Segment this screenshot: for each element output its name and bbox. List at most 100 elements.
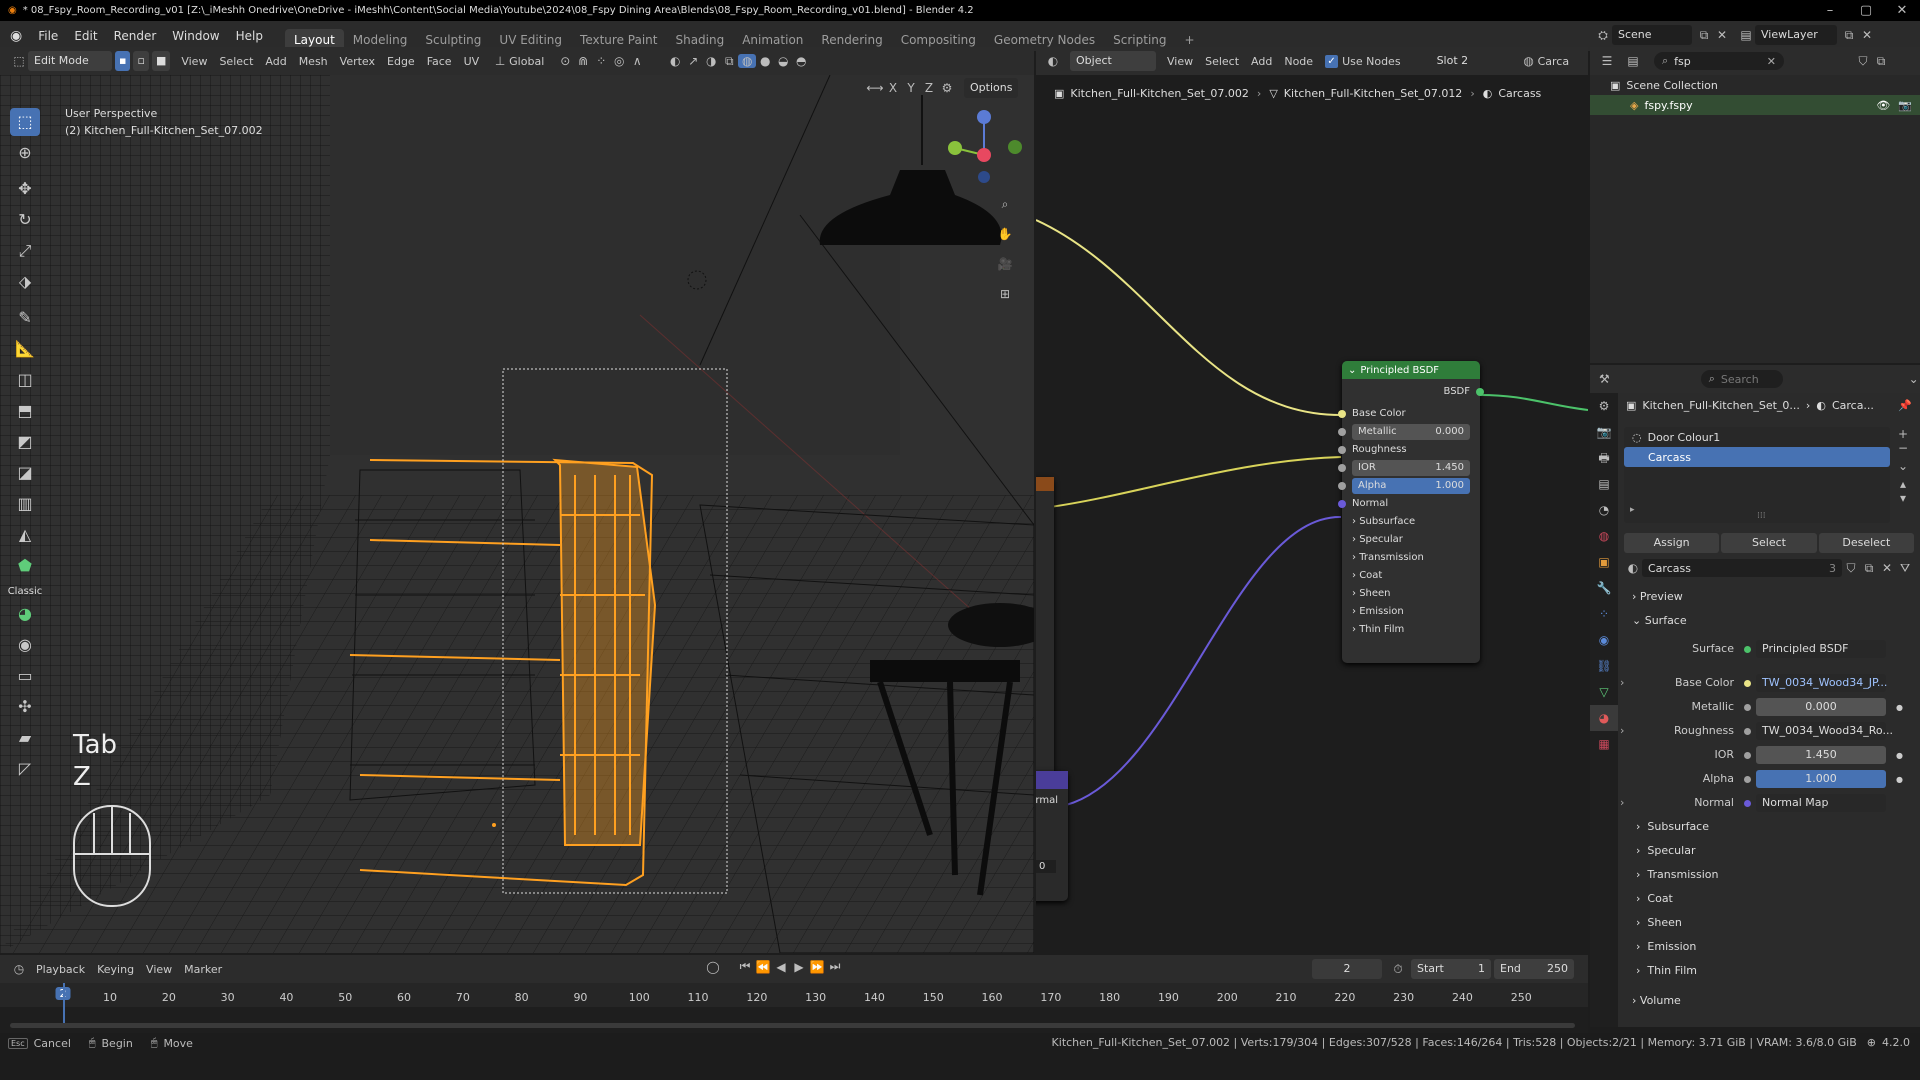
properties-search[interactable]: ⌕ Search <box>1700 370 1784 388</box>
proportional-icon[interactable]: ◎ <box>610 54 628 68</box>
menu-edge[interactable]: Edge <box>387 55 415 68</box>
expand-normal-icon[interactable]: › <box>1620 791 1640 815</box>
outliner-item-fspy[interactable]: ◈ fspy.fspy 👁 📷 <box>1590 95 1920 115</box>
close-icon[interactable]: ✕ <box>1884 0 1920 21</box>
wrench-icon[interactable]: ⚙ <box>938 81 956 95</box>
scene-tab-icon[interactable]: ◔ <box>1590 497 1618 523</box>
start-frame-field[interactable]: Start 1 <box>1411 959 1491 979</box>
jump-start-icon[interactable]: ⏮ <box>736 959 754 974</box>
inset-tool-icon[interactable]: ◩ <box>10 428 40 456</box>
shrink-tool-icon[interactable]: ✣ <box>10 693 40 721</box>
particles-tab-icon[interactable]: ⁘ <box>1590 601 1618 627</box>
render-shading-icon[interactable]: ◓ <box>792 54 810 68</box>
collapse-icon[interactable]: ⌄ <box>1348 365 1356 376</box>
unlink-material-icon[interactable]: ✕ <box>1878 561 1896 575</box>
axis-y-toggle[interactable]: Y <box>902 81 920 95</box>
duplicate-material-icon[interactable]: ⧉ <box>1860 561 1878 576</box>
xray-icon[interactable]: ⧉ <box>720 54 738 69</box>
bsdf-node-header[interactable]: ⌄ Principled BSDF <box>1342 361 1480 379</box>
gizmo-icon[interactable]: ↗ <box>684 54 702 68</box>
render-camera-icon[interactable]: 📷 <box>1898 99 1912 112</box>
add-cube-tool-icon[interactable]: ◫ <box>10 366 40 394</box>
menu-select[interactable]: Select <box>219 55 253 68</box>
display-mode-icon[interactable]: ▤ <box>1624 54 1642 68</box>
expand-list-icon[interactable]: ▸ <box>1630 505 1635 515</box>
texture-tab-icon[interactable]: ▦ <box>1590 731 1618 757</box>
ior-keyframe-dot[interactable]: ● <box>1896 751 1903 760</box>
tool-tab-icon[interactable]: ⚙ <box>1590 393 1618 419</box>
properties-options-icon[interactable]: ⌄ <box>1907 372 1920 386</box>
maximize-icon[interactable]: ▢ <box>1848 0 1884 21</box>
pin-icon[interactable]: 📌 <box>1898 399 1912 412</box>
modifier-tab-icon[interactable]: 🔧 <box>1590 575 1618 601</box>
menu-edit[interactable]: Edit <box>66 29 105 43</box>
subpanel-transmission[interactable]: › Transmission <box>1620 863 1920 887</box>
stopwatch-icon[interactable]: ⏱ <box>1389 962 1407 977</box>
node-editor[interactable]: ▣ Kitchen_Full-Kitchen_Set_07.002 › ▽ Ki… <box>1036 75 1588 953</box>
alpha-prop-field[interactable]: 1.000 <box>1756 770 1886 788</box>
roughness-texture-field[interactable]: TW_0034_Wood34_Ro... <box>1756 722 1893 740</box>
current-frame-field[interactable]: 2 <box>1312 959 1382 979</box>
keying-menu[interactable]: Keying <box>97 963 134 976</box>
spin-tool-icon[interactable]: ◕ <box>10 600 40 628</box>
slot-item-door-colour[interactable]: ◌ Door Colour1 <box>1624 427 1890 447</box>
physics-tab-icon[interactable]: ◉ <box>1590 627 1618 653</box>
transform-tool-icon[interactable]: ⬗ <box>10 268 40 296</box>
use-nodes-checkbox[interactable]: ✓ <box>1325 54 1339 68</box>
object-tab-icon[interactable]: ▣ <box>1590 549 1618 575</box>
partial-texture-node[interactable] <box>1036 477 1054 797</box>
node-panel-transmission[interactable]: › Transmission <box>1342 549 1480 567</box>
alpha-keyframe-dot[interactable]: ● <box>1896 775 1903 784</box>
menu-vertex[interactable]: Vertex <box>340 55 375 68</box>
delete-scene-icon[interactable]: ✕ <box>1713 28 1731 42</box>
edge-select-icon[interactable]: ▫ <box>133 51 149 71</box>
timeline-editor-icon[interactable]: ◷ <box>10 962 28 976</box>
extrude-tool-icon[interactable]: ⬒ <box>10 397 40 425</box>
loop-cut-tool-icon[interactable]: ▥ <box>10 490 40 518</box>
node-menu-view[interactable]: View <box>1167 55 1193 68</box>
move-tool-icon[interactable]: ✥ <box>10 175 40 203</box>
node-menu-add[interactable]: Add <box>1251 55 1272 68</box>
fake-user-icon[interactable]: ⛉ <box>1842 561 1860 576</box>
metallic-socket[interactable] <box>1338 428 1346 436</box>
node-panel-specular[interactable]: › Specular <box>1342 531 1480 549</box>
scene-icon[interactable]: ⛭ <box>1594 28 1612 43</box>
rip-tool-icon[interactable]: ◸ <box>10 755 40 783</box>
shear-tool-icon[interactable]: ▰ <box>10 724 40 752</box>
camera-view-icon[interactable]: 🎥 <box>996 249 1014 279</box>
normal-map-node-partial[interactable]: rmal 0 <box>1036 771 1068 901</box>
options-dropdown[interactable]: Options <box>964 78 1019 98</box>
deselect-button[interactable]: Deselect <box>1818 533 1914 553</box>
edge-slide-tool-icon[interactable]: ▭ <box>10 662 40 690</box>
node-material-short[interactable]: Carca <box>1538 55 1570 68</box>
snap-target-icon[interactable]: ⁘ <box>592 54 610 68</box>
add-slot-icon[interactable]: + <box>1894 427 1912 441</box>
expand-roughness-icon[interactable]: › <box>1620 719 1640 743</box>
node-panel-emission[interactable]: › Emission <box>1342 603 1480 621</box>
next-key-icon[interactable]: ⏩ <box>808 960 826 974</box>
assign-button[interactable]: Assign <box>1624 533 1720 553</box>
object-type-dropdown[interactable]: Object <box>1070 51 1156 71</box>
view-layer-tab-icon[interactable]: ▤ <box>1590 471 1618 497</box>
new-collection-icon[interactable]: ⧉ <box>1872 54 1890 69</box>
pivot-icon[interactable]: ⊙ <box>556 54 574 68</box>
subpanel-specular[interactable]: › Specular <box>1620 839 1920 863</box>
select-button[interactable]: Select <box>1721 533 1817 553</box>
outliner-editor-icon[interactable]: ☰ <box>1598 54 1616 68</box>
zoom-icon[interactable]: ⌕ <box>996 189 1014 219</box>
vertex-select-icon[interactable]: ▪ <box>115 51 131 71</box>
scale-tool-icon[interactable]: ⤢ <box>10 237 40 265</box>
view-layer-icon[interactable]: ▤ <box>1737 28 1755 42</box>
new-scene-icon[interactable]: ⧉ <box>1695 28 1713 43</box>
node-panel-thin-film[interactable]: › Thin Film <box>1342 621 1480 639</box>
end-frame-field[interactable]: End 250 <box>1494 959 1574 979</box>
cursor-tool-icon[interactable]: ⊕ <box>10 139 40 167</box>
menu-mesh[interactable]: Mesh <box>299 55 328 68</box>
node-menu-node[interactable]: Node <box>1284 55 1313 68</box>
surface-shader-field[interactable]: Principled BSDF <box>1756 640 1886 658</box>
normal-map-strength[interactable]: 0 <box>1036 860 1056 873</box>
metallic-field[interactable]: Metallic 0.000 <box>1352 424 1470 440</box>
bsdf-output-socket[interactable] <box>1476 388 1484 396</box>
timeline-view-menu[interactable]: View <box>146 963 172 976</box>
base-color-socket[interactable] <box>1338 410 1346 418</box>
